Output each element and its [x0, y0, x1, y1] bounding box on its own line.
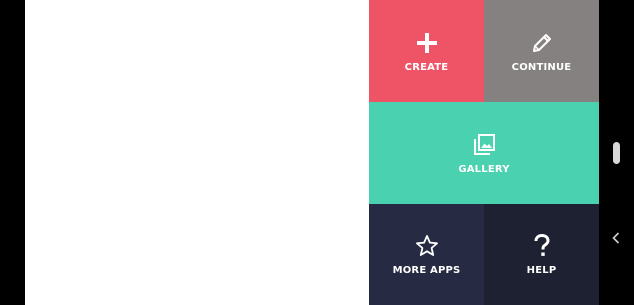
- scroll-handle[interactable]: [613, 142, 620, 164]
- pencil-icon: [529, 30, 555, 56]
- create-button[interactable]: CREATE: [369, 0, 484, 102]
- help-button[interactable]: HELP: [484, 204, 599, 305]
- continue-button[interactable]: CONTINUE: [484, 0, 599, 102]
- more-apps-label: MORE APPS: [392, 265, 461, 276]
- create-label: CREATE: [404, 61, 449, 73]
- main-menu: CREATE CONTINUE GALLERY MORE APPS HELP: [369, 0, 599, 305]
- help-label: HELP: [526, 265, 557, 276]
- question-icon: [529, 233, 555, 259]
- star-icon: [414, 233, 440, 259]
- gallery-label: GALLERY: [458, 163, 510, 175]
- app-screen: CREATE CONTINUE GALLERY MORE APPS HELP: [0, 0, 634, 305]
- chevron-left-icon[interactable]: [610, 231, 622, 245]
- plus-icon: [414, 30, 440, 56]
- continue-label: CONTINUE: [511, 61, 572, 73]
- more-apps-button[interactable]: MORE APPS: [369, 204, 484, 305]
- gallery-icon: [471, 132, 497, 158]
- gallery-button[interactable]: GALLERY: [369, 102, 599, 204]
- drawing-canvas[interactable]: [25, 0, 369, 305]
